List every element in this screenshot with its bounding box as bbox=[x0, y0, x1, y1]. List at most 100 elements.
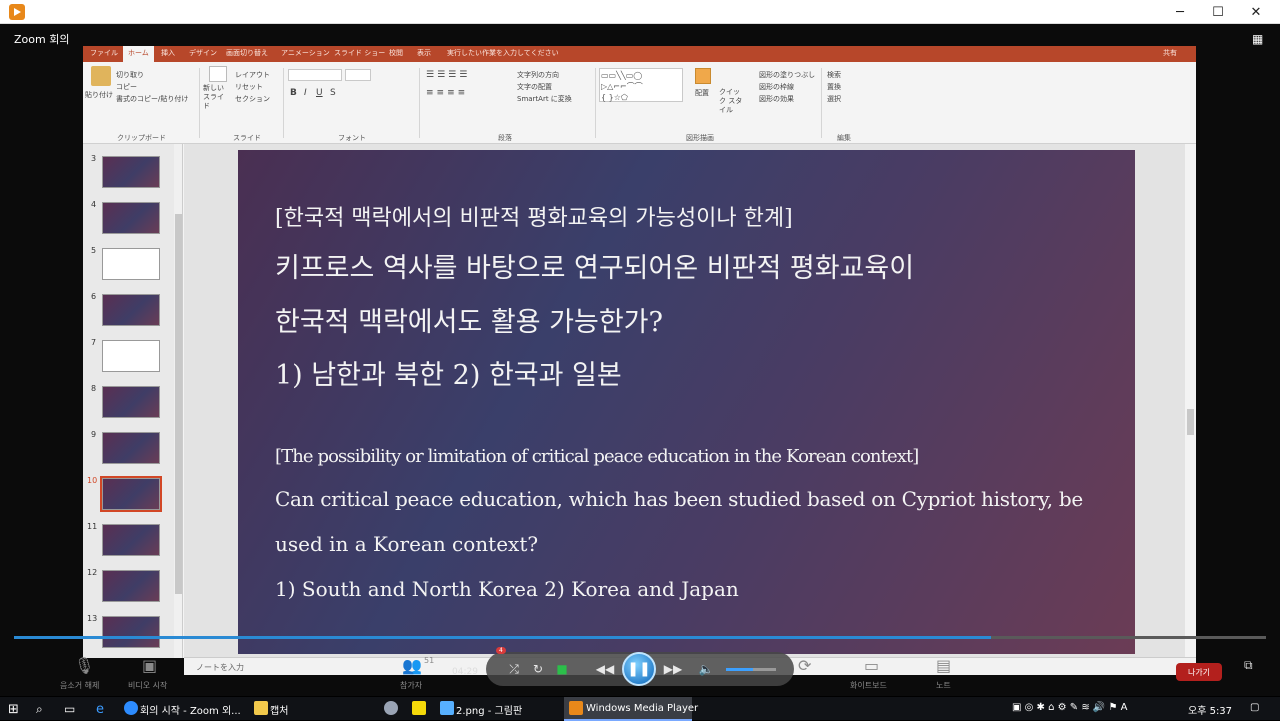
shape-outline-button[interactable]: 図形の枠線 bbox=[759, 82, 794, 92]
taskbar-item-capture[interactable]: 캡처 bbox=[250, 697, 360, 721]
stop-icon[interactable]: ■ bbox=[554, 661, 570, 677]
font-name-select[interactable] bbox=[288, 69, 342, 81]
share-screen-icon[interactable]: ⟳ bbox=[798, 656, 811, 675]
cut-button[interactable]: 切り取り bbox=[116, 70, 144, 80]
current-slide[interactable]: [한국적 맥락에서의 비판적 평화교육의 가능성이나 한계] 키프로스 역사를 … bbox=[238, 150, 1135, 654]
close-button[interactable]: ✕ bbox=[1237, 0, 1275, 24]
thumbnail-slide[interactable] bbox=[102, 202, 160, 234]
shape-gallery[interactable]: ▭▭╲╲▭◯ ▷△⌐⌐⌒⌒{ }☆⬠ bbox=[599, 68, 683, 102]
kakaotalk-icon[interactable] bbox=[412, 701, 426, 715]
taskbar-item-zoom[interactable]: 회의 시작 - Zoom 외... bbox=[120, 697, 244, 721]
shuffle-icon[interactable]: ⤮ bbox=[506, 661, 522, 677]
find-button[interactable]: 検索 bbox=[827, 70, 841, 80]
gallery-view-icon[interactable]: ▦ bbox=[1252, 32, 1266, 46]
thumbnail-slide[interactable] bbox=[102, 570, 160, 602]
tab-transitions[interactable]: 画面切り替え bbox=[226, 48, 268, 58]
select-button[interactable]: 選択 bbox=[827, 94, 841, 104]
microphone-muted-icon[interactable]: 🎙 bbox=[74, 656, 94, 675]
thumbnail-slide[interactable] bbox=[102, 432, 160, 464]
repeat-icon[interactable]: ↻ bbox=[530, 661, 546, 677]
tab-view[interactable]: 表示 bbox=[417, 48, 431, 58]
thumbnail-slide-selected[interactable] bbox=[100, 476, 162, 512]
task-view-icon[interactable]: ▭ bbox=[64, 697, 75, 721]
copy-button[interactable]: コピー bbox=[116, 82, 137, 92]
arrange-button[interactable]: 配置 bbox=[695, 88, 709, 98]
start-button[interactable]: ⊞ bbox=[8, 697, 19, 721]
tab-slideshow[interactable]: スライド ショー bbox=[334, 48, 385, 58]
shape-effects-button[interactable]: 図形の効果 bbox=[759, 94, 794, 104]
align-text-button[interactable]: 文字の配置 bbox=[517, 82, 552, 92]
taskbar-item-paint[interactable]: 2.png - 그림판 bbox=[436, 697, 560, 721]
tray-icons[interactable]: ▣ ◎ ✱ ⌂ ⚙ ✎ ≋ 🔊 ⚑ A bbox=[1012, 702, 1128, 713]
leave-meeting-button[interactable]: 나가기 bbox=[1176, 663, 1222, 681]
notifications-icon[interactable]: ▢ bbox=[1250, 702, 1259, 713]
list-buttons[interactable]: ☰☰☰☰ bbox=[426, 70, 470, 80]
volume-icon[interactable]: 🔈 bbox=[698, 661, 714, 677]
format-painter-button[interactable]: 書式のコピー/貼り付け bbox=[116, 94, 188, 104]
taskbar-item-media-player[interactable]: Windows Media Player bbox=[564, 697, 698, 721]
layout-button[interactable]: レイアウト bbox=[235, 70, 270, 80]
participants-icon[interactable]: 👥 bbox=[402, 656, 422, 675]
share-button[interactable]: 共有 bbox=[1163, 48, 1177, 58]
thumbnail-slide[interactable] bbox=[102, 524, 160, 556]
volume-slider[interactable] bbox=[726, 668, 776, 671]
tab-insert[interactable]: 挿入 bbox=[161, 48, 175, 58]
group-paragraph: 段落 bbox=[498, 134, 512, 142]
tab-file[interactable]: ファイル bbox=[90, 48, 118, 58]
thumbnail-slide[interactable] bbox=[102, 340, 160, 372]
start-video-label[interactable]: 비디오 시작 bbox=[128, 680, 167, 691]
clock[interactable]: 오후 5:37 bbox=[1188, 702, 1232, 717]
shadow-button[interactable]: S bbox=[330, 88, 336, 98]
smartart-button[interactable]: SmartArt に変換 bbox=[517, 94, 572, 104]
minimize-button[interactable]: ─ bbox=[1161, 0, 1199, 24]
tab-review[interactable]: 校閲 bbox=[389, 48, 403, 58]
quick-styles-button[interactable]: クイック スタイル bbox=[719, 88, 745, 115]
thumb-number: 11 bbox=[87, 522, 98, 531]
paste-button[interactable]: 貼り付け bbox=[85, 90, 113, 100]
windows-taskbar: ⊞ ⌕ ▭ e 회의 시작 - Zoom 외... 캡처 2.png - 그림판… bbox=[0, 696, 1280, 721]
new-slide-button[interactable]: 新しい スライド bbox=[203, 84, 229, 111]
thumbnail-scrollbar[interactable] bbox=[174, 144, 182, 658]
search-icon[interactable]: ⌕ bbox=[36, 697, 43, 721]
thumbnail-slide[interactable] bbox=[102, 156, 160, 188]
whiteboard-icon[interactable]: ▭ bbox=[864, 656, 879, 675]
shape-fill-button[interactable]: 図形の塗りつぶし bbox=[759, 70, 815, 80]
text-direction-button[interactable]: 文字列の方向 bbox=[517, 70, 559, 80]
new-slide-icon bbox=[209, 66, 227, 82]
pop-out-icon[interactable]: ⧉ bbox=[1244, 658, 1253, 673]
unmute-label[interactable]: 음소거 해제 bbox=[60, 680, 99, 691]
reset-button[interactable]: リセット bbox=[235, 82, 263, 92]
video-off-icon[interactable]: ▣ bbox=[142, 656, 157, 675]
pause-button[interactable]: ❚❚ bbox=[622, 652, 656, 686]
slide-editor[interactable]: [한국적 맥락에서의 비판적 평화교육의 가능성이나 한계] 키프로스 역사를 … bbox=[184, 144, 1196, 658]
font-size-select[interactable] bbox=[345, 69, 371, 81]
edge-icon[interactable]: e bbox=[96, 697, 104, 721]
seek-bar[interactable] bbox=[14, 636, 1266, 639]
app-icon[interactable] bbox=[384, 701, 398, 715]
thumbnail-slide[interactable] bbox=[102, 248, 160, 280]
underline-button[interactable]: U bbox=[316, 88, 323, 98]
bold-button[interactable]: B bbox=[290, 88, 297, 98]
section-button[interactable]: セクション bbox=[235, 94, 270, 104]
whiteboard-label[interactable]: 화이트보드 bbox=[850, 680, 887, 691]
tab-home[interactable]: ホーム bbox=[123, 46, 154, 62]
tab-design[interactable]: デザイン bbox=[189, 48, 217, 58]
align-buttons[interactable]: ≡≡≡≡ bbox=[426, 88, 468, 98]
replace-button[interactable]: 置換 bbox=[827, 82, 841, 92]
thumbnail-slide[interactable] bbox=[102, 386, 160, 418]
previous-icon[interactable]: ◀◀ bbox=[594, 661, 616, 677]
participants-label[interactable]: 참가자 bbox=[400, 680, 422, 691]
tab-animations[interactable]: アニメーション bbox=[281, 48, 330, 58]
tell-me-search[interactable]: 実行したい作業を入力してください bbox=[447, 48, 559, 58]
wmp-control-pill: 4 ⤮ ↻ ■ ◀◀ ❚❚ ▶▶ 🔈 bbox=[486, 647, 794, 686]
thumbnail-slide[interactable] bbox=[102, 294, 160, 326]
maximize-button[interactable]: ☐ bbox=[1199, 0, 1237, 24]
thumb-number-selected: 10 bbox=[87, 476, 98, 485]
next-icon[interactable]: ▶▶ bbox=[662, 661, 684, 677]
notes-label[interactable]: 노트 bbox=[936, 680, 951, 691]
slide-scrollbar[interactable] bbox=[1185, 144, 1196, 658]
italic-button[interactable]: I bbox=[304, 88, 307, 98]
slide-thumbnail-pane[interactable]: 3 4 5 6 7 8 9 10 11 12 13 14 bbox=[83, 144, 183, 658]
notes-icon[interactable]: ▤ bbox=[936, 656, 951, 675]
slide-en-line2: used in a Korean context? bbox=[275, 532, 539, 556]
